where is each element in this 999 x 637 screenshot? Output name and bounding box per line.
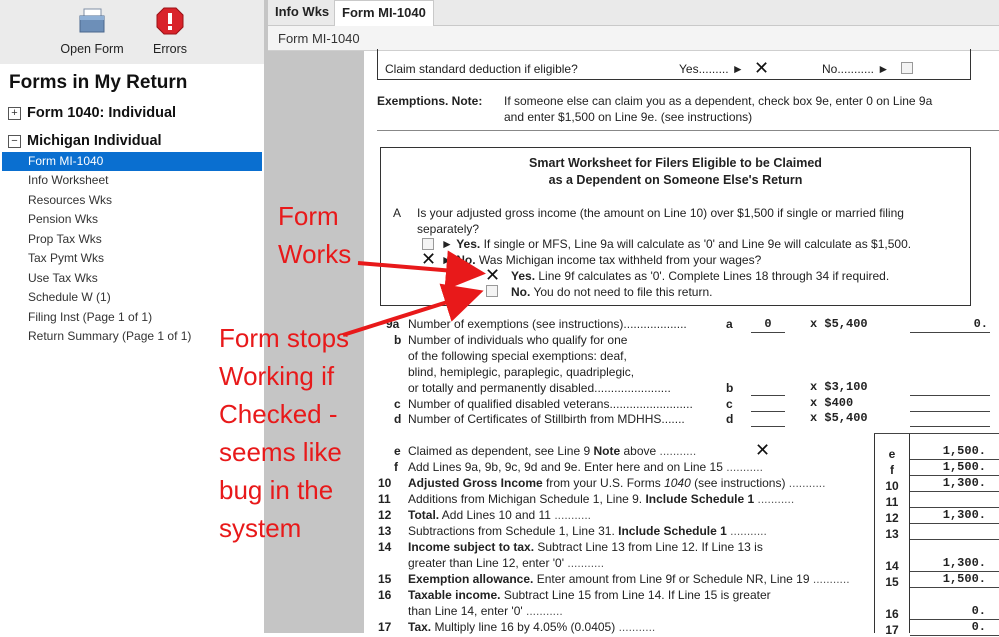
arrow-to-no [342,283,484,337]
annotation-arrows [342,250,486,337]
arrow-to-yes [357,250,486,291]
line-amount-underline [910,635,999,636]
